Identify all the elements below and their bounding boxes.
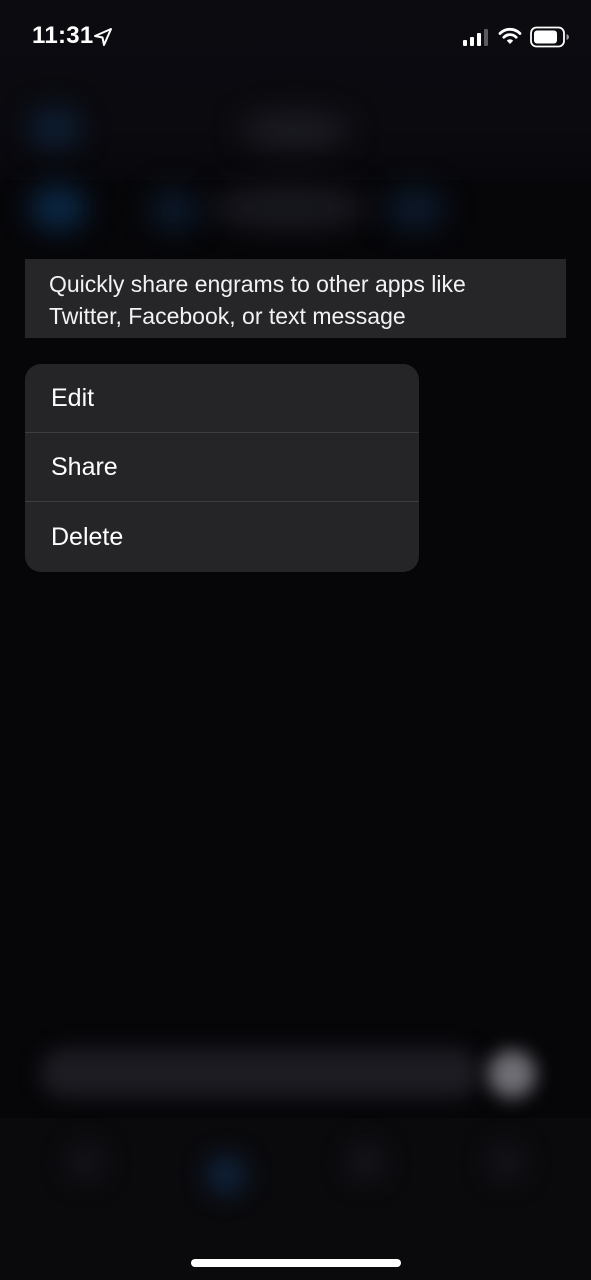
share-hint-tooltip: Quickly share engrams to other apps like… [25,259,566,338]
delete-menu-item[interactable]: Delete [25,502,419,572]
context-menu: Edit Share Delete [25,364,419,572]
status-time: 11:31 [32,22,94,49]
blurred-toolbar-icon [385,188,445,230]
blurred-nav-title [240,112,350,148]
blurred-send-button [488,1050,536,1098]
home-indicator[interactable] [191,1259,401,1267]
blurred-nav-icon [30,108,80,148]
blurred-toolbar-icon [30,186,86,230]
blurred-toolbar-title [210,186,370,230]
share-menu-item[interactable]: Share [25,433,419,502]
wifi-icon [498,27,522,44]
blurred-tab-icon [346,1142,386,1182]
blurred-tab-icon [206,1155,246,1195]
edit-menu-item[interactable]: Edit [25,364,419,433]
blurred-toolbar-icon [150,190,200,230]
battery-icon [530,26,569,48]
cellular-signal-icon [463,29,488,46]
location-arrow-icon [94,28,112,46]
blurred-background [0,0,591,1280]
status-bar: 11:31 [0,0,591,72]
tooltip-text: Quickly share engrams to other apps like… [49,271,466,329]
blurred-tab-icon [66,1142,106,1182]
blurred-compose-field [40,1048,480,1098]
blurred-tab-icon [486,1142,526,1182]
